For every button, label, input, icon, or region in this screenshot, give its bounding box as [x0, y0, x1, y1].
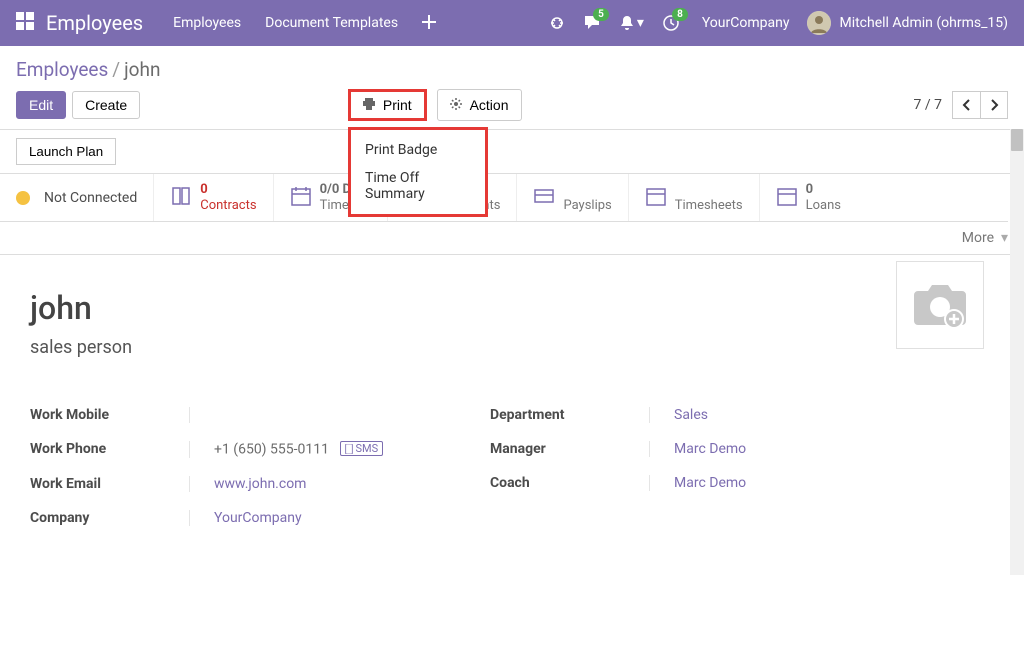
scrollbar-track[interactable]: [1010, 129, 1024, 575]
gear-icon: [450, 97, 466, 113]
label-department: Department: [490, 407, 650, 423]
value-manager[interactable]: Marc Demo: [650, 441, 746, 457]
value-coach[interactable]: Marc Demo: [650, 475, 746, 491]
book-icon: [170, 185, 192, 211]
card-icon: [533, 185, 555, 211]
print-dropdown: Print Badge Time Off Summary: [348, 127, 488, 217]
stat-loans[interactable]: 0 Loans: [760, 174, 857, 221]
stat-contracts[interactable]: 0 Contracts: [153, 174, 273, 221]
label-coach: Coach: [490, 475, 650, 491]
print-icon: [363, 97, 379, 113]
statbar: Not Connected 0 Contracts 0/0 Days Time …: [0, 174, 1008, 222]
topbar: Employees Employees Document Templates 5…: [0, 0, 1024, 46]
plus-icon[interactable]: [422, 13, 436, 34]
edit-button[interactable]: Edit: [16, 91, 66, 119]
phone-icon: [345, 444, 353, 454]
apps-icon[interactable]: [16, 12, 34, 34]
print-button[interactable]: Print: [351, 92, 424, 118]
calendar-icon: [645, 185, 667, 211]
calendar-icon: [290, 185, 312, 211]
label-company: Company: [30, 510, 190, 526]
chevron-down-icon: ▾: [1001, 230, 1008, 246]
value-work-phone: +1 (650) 555-0111 SMS: [190, 441, 383, 458]
messages-icon[interactable]: 5: [583, 14, 601, 32]
status-dot-icon: [16, 191, 30, 205]
camera-plus-icon: [912, 281, 968, 329]
label-manager: Manager: [490, 441, 650, 457]
label-work-mobile: Work Mobile: [30, 407, 190, 423]
messages-badge: 5: [593, 8, 609, 21]
breadcrumb-current: john: [124, 58, 160, 81]
label-work-email: Work Email: [30, 476, 190, 492]
create-button[interactable]: Create: [72, 91, 140, 119]
company-label[interactable]: YourCompany: [702, 15, 790, 31]
app-title[interactable]: Employees: [46, 11, 143, 35]
activities-badge: 8: [672, 8, 688, 21]
employee-title: sales person: [30, 337, 994, 358]
scrollbar-thumb[interactable]: [1011, 129, 1023, 151]
form-body: john sales person Work Mobile Work Phone…: [0, 255, 1024, 575]
value-work-email[interactable]: www.john.com: [190, 476, 306, 492]
subbar: Launch Plan: [0, 129, 1024, 174]
label-work-phone: Work Phone: [30, 441, 190, 458]
user-menu[interactable]: Mitchell Admin (ohrms_15): [807, 11, 1008, 35]
value-department[interactable]: Sales: [650, 407, 708, 423]
sms-button[interactable]: SMS: [340, 441, 383, 456]
prev-button[interactable]: [952, 91, 980, 119]
stat-payslips[interactable]: Payslips: [517, 174, 628, 221]
debug-icon[interactable]: [549, 15, 565, 31]
details-col-right: Department Sales Manager Marc Demo Coach…: [490, 398, 950, 535]
calendar-icon: [776, 185, 798, 211]
action-button[interactable]: Action: [437, 89, 522, 121]
user-name: Mitchell Admin (ohrms_15): [839, 15, 1008, 31]
avatar: [807, 11, 831, 35]
next-button[interactable]: [980, 91, 1008, 119]
stat-connection-label: Not Connected: [44, 190, 137, 206]
timeoff-summary-item[interactable]: Time Off Summary: [351, 164, 485, 208]
activities-icon[interactable]: 8: [662, 14, 680, 32]
employee-name: john: [30, 289, 994, 327]
value-work-mobile: [190, 407, 214, 423]
stat-connection[interactable]: Not Connected: [0, 174, 153, 221]
page-counter: 7 / 7: [914, 91, 1008, 119]
toolbar: Edit Create Print Action 7 / 7 P: [0, 87, 1024, 129]
stat-timesheets[interactable]: Timesheets: [629, 174, 760, 221]
notifications-icon[interactable]: ▾: [619, 15, 644, 31]
nav-document-templates[interactable]: Document Templates: [265, 15, 398, 31]
photo-placeholder[interactable]: [896, 261, 984, 349]
breadcrumb: Employees/john: [16, 58, 160, 81]
details-col-left: Work Mobile Work Phone +1 (650) 555-0111…: [30, 398, 490, 535]
print-badge-item[interactable]: Print Badge: [351, 136, 485, 164]
value-company[interactable]: YourCompany: [190, 510, 302, 526]
breadcrumb-row: Employees/john: [0, 46, 1024, 87]
launch-plan-button[interactable]: Launch Plan: [16, 138, 116, 165]
print-button-highlight: Print: [348, 89, 427, 121]
nav-employees[interactable]: Employees: [173, 15, 241, 31]
more-button[interactable]: More ▾: [0, 222, 1024, 255]
breadcrumb-root[interactable]: Employees: [16, 58, 108, 81]
page-indicator: 7 / 7: [914, 97, 942, 113]
